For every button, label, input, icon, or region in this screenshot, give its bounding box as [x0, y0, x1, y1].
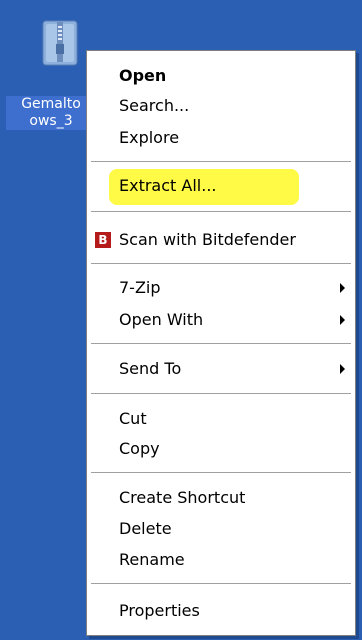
icon-label-line2: ows_3	[29, 113, 73, 129]
menu-item-extract-all[interactable]: Extract All...	[87, 171, 355, 201]
menu-item-properties[interactable]: Properties	[87, 596, 355, 626]
menu-separator	[91, 161, 351, 162]
menu-separator	[91, 472, 351, 473]
menu-item-search[interactable]: Search...	[87, 91, 355, 121]
menu-item-7zip[interactable]: 7-Zip	[87, 273, 355, 303]
menu-item-label: Scan with Bitdefender	[119, 230, 296, 249]
menu-separator	[91, 583, 351, 584]
menu-item-send-to[interactable]: Send To	[87, 354, 355, 384]
menu-item-open-with[interactable]: Open With	[87, 305, 355, 335]
menu-item-explore[interactable]: Explore	[87, 123, 355, 153]
context-menu: Open Search... Explore Extract All... B …	[86, 50, 356, 636]
menu-item-scan-bitdefender[interactable]: B Scan with Bitdefender	[87, 225, 355, 255]
menu-item-create-shortcut[interactable]: Create Shortcut	[87, 483, 355, 513]
menu-separator	[91, 211, 351, 212]
menu-item-label: Open With	[119, 310, 204, 329]
submenu-arrow-icon	[340, 283, 345, 293]
menu-item-rename[interactable]: Rename	[87, 545, 355, 575]
menu-item-label: Send To	[119, 359, 182, 378]
submenu-arrow-icon	[340, 315, 345, 325]
menu-separator	[91, 393, 351, 394]
menu-item-open[interactable]: Open	[87, 61, 355, 91]
menu-item-label: 7-Zip	[119, 278, 161, 297]
menu-item-delete[interactable]: Delete	[87, 514, 355, 544]
menu-separator	[91, 263, 351, 264]
bitdefender-icon: B	[95, 232, 111, 248]
menu-item-cut[interactable]: Cut	[87, 404, 355, 434]
menu-item-copy[interactable]: Copy	[87, 434, 355, 464]
zip-folder-icon	[42, 20, 78, 66]
submenu-arrow-icon	[340, 364, 345, 374]
desktop-icon-label: Gemalto ows_3	[6, 96, 96, 130]
icon-label-line1: Gemalto	[21, 96, 81, 112]
menu-separator	[91, 343, 351, 344]
